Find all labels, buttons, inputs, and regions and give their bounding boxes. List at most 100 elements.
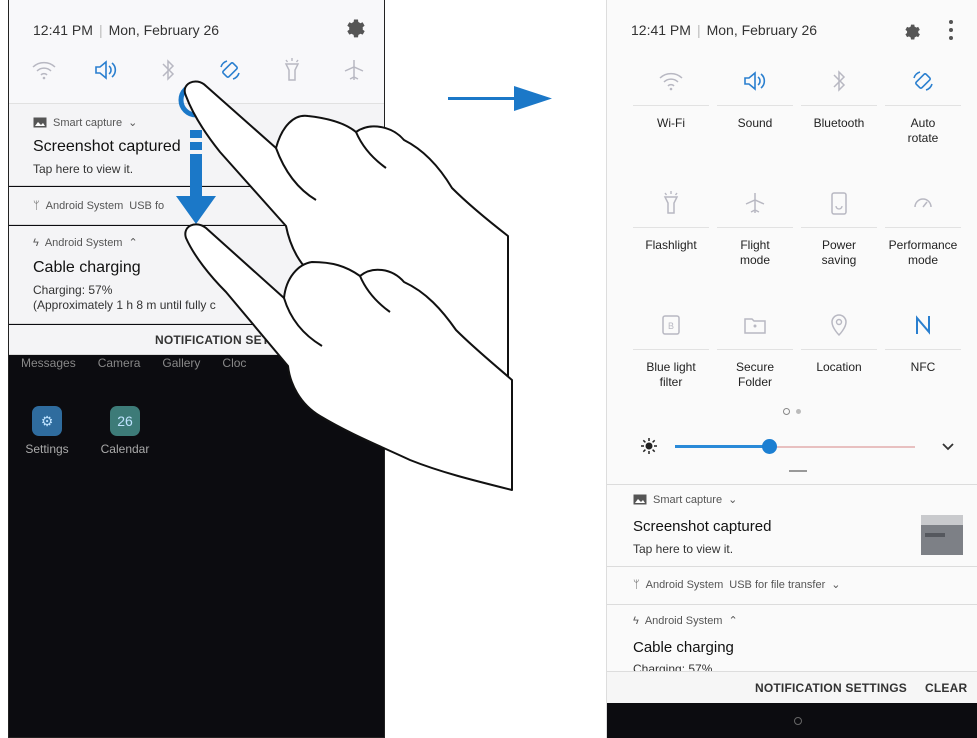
app-settings[interactable]: ⚙ Settings [17, 406, 77, 456]
app-label[interactable]: Messages [21, 356, 76, 370]
notification-app-name: Android System [644, 614, 723, 627]
tile-nfc[interactable]: NFC [877, 298, 969, 418]
status-date: Mon, February 26 [108, 22, 220, 38]
tile-auto-rotate[interactable]: Auto rotate [877, 54, 969, 174]
location-icon [793, 308, 885, 342]
bluetooth-icon [793, 64, 885, 98]
tile-secure-folder[interactable]: Secure Folder [709, 298, 801, 418]
blue-light-icon: B [625, 308, 717, 342]
flashlight-icon [625, 186, 717, 220]
tile-label: Secure Folder [735, 360, 775, 389]
notification-settings-button[interactable]: NOTIFICATION SETTIN [155, 333, 289, 347]
brightness-slider-thumb[interactable] [761, 439, 777, 454]
tile-label: Flight mode [739, 238, 771, 267]
notification-detail: USB fo [129, 200, 165, 212]
chevron-down-icon[interactable]: ⌄ [728, 493, 737, 506]
notification-charging[interactable]: ϟ Android System ⌃ Cable charging Chargi… [9, 226, 384, 324]
airplane-icon[interactable] [337, 55, 371, 85]
tile-label: Auto rotate [907, 116, 939, 145]
notification-app-name: Android System [44, 236, 123, 249]
tile-label: Flashlight [645, 238, 697, 252]
usb-icon: ᛘ [633, 578, 640, 591]
app-label[interactable]: Cloc [222, 356, 246, 370]
image-icon [33, 117, 47, 128]
brightness-bar [607, 432, 977, 462]
quick-panel-compact: 12:41 PM | Mon, February 26 [9, 0, 384, 104]
chevron-down-icon[interactable]: ⌄ [128, 116, 137, 129]
notification-text: Charging: 57% [33, 283, 113, 297]
tile-label: Blue light filter [646, 360, 696, 389]
status-bar: 12:41 PM | Mon, February 26 [631, 22, 818, 38]
power-saving-icon [793, 186, 885, 220]
notification-text: Tap here to view it. [633, 542, 734, 556]
wifi-icon[interactable] [27, 55, 61, 85]
tile-location[interactable]: Location [793, 298, 885, 418]
clear-button[interactable]: CLEAR [925, 681, 967, 695]
page-dot-active[interactable] [783, 408, 790, 415]
notification-title: Cable charging [33, 259, 141, 276]
nfc-icon [877, 308, 969, 342]
app-label[interactable]: Gallery [162, 356, 200, 370]
page-dot[interactable] [796, 409, 801, 414]
home-button[interactable] [794, 717, 802, 725]
sound-icon[interactable] [89, 55, 123, 85]
bolt-icon: ϟ [633, 614, 639, 627]
gear-icon[interactable] [342, 14, 366, 38]
notification-app-name: Android System [45, 200, 124, 212]
status-bar: 12:41 PM | Mon, February 26 [33, 22, 220, 38]
notification-footer: NOTIFICATION SETTINGS CLEAR [607, 671, 977, 703]
tile-label: Performance mode [888, 238, 958, 267]
notification-detail: USB for file transfer [729, 578, 826, 591]
chevron-down-icon[interactable] [941, 440, 955, 454]
notification-text: Tap here to view it. [33, 162, 134, 176]
tile-blue-light-filter[interactable]: B Blue light filter [625, 298, 717, 418]
brightness-fill [675, 445, 769, 448]
home-app-labels: Messages Camera Gallery Cloc [21, 356, 381, 370]
status-time: 12:41 PM [631, 22, 691, 38]
navigation-bar [607, 703, 977, 738]
tile-wifi[interactable]: Wi-Fi [625, 54, 717, 174]
auto-rotate-icon[interactable] [213, 55, 247, 85]
app-label: Settings [25, 442, 69, 456]
chevron-down-icon[interactable]: ⌄ [831, 578, 840, 591]
status-time: 12:41 PM [33, 22, 93, 38]
tile-bluetooth[interactable]: Bluetooth [793, 54, 885, 174]
airplane-icon [709, 186, 801, 220]
app-calendar[interactable]: 26 Calendar [95, 406, 155, 456]
auto-rotate-icon [877, 64, 969, 98]
screenshot-thumbnail[interactable] [921, 515, 963, 555]
notification-app-name: Smart capture [653, 493, 723, 506]
notification-title: Cable charging [633, 639, 734, 656]
drag-handle[interactable] [789, 470, 807, 472]
tile-sound[interactable]: Sound [709, 54, 801, 174]
bluetooth-icon[interactable] [151, 55, 185, 85]
tile-flashlight[interactable]: Flashlight [625, 176, 717, 296]
gear-icon[interactable] [901, 20, 921, 40]
chevron-up-icon[interactable]: ⌃ [128, 236, 137, 249]
image-icon [633, 494, 647, 505]
brightness-icon [641, 438, 657, 454]
performance-icon [877, 186, 969, 220]
notification-title: Screenshot captured [33, 138, 181, 155]
tile-label: NFC [910, 360, 936, 374]
tile-label: Sound [737, 116, 773, 130]
notification-footer: NOTIFICATION SETTIN [9, 325, 384, 355]
tile-flight-mode[interactable]: Flight mode [709, 176, 801, 296]
sound-icon [709, 64, 801, 98]
tile-performance-mode[interactable]: Performance mode [877, 176, 969, 296]
more-options-icon[interactable] [947, 18, 955, 42]
app-label[interactable]: Camera [98, 356, 141, 370]
notification-usb[interactable]: ᛘ Android System USB fo [9, 187, 384, 225]
flashlight-icon[interactable] [275, 55, 309, 85]
calendar-app-icon: 26 [110, 406, 140, 436]
tile-label: Power saving [821, 238, 857, 267]
tile-power-saving[interactable]: Power saving [793, 176, 885, 296]
tile-label: Wi-Fi [657, 116, 685, 130]
secure-folder-icon [709, 308, 801, 342]
chevron-up-icon[interactable]: ⌃ [728, 614, 737, 627]
notification-app-name: Android System [645, 578, 724, 591]
app-label: Calendar [100, 442, 150, 456]
notification-smart-capture[interactable]: Smart capture ⌄ Screenshot captured Tap … [9, 104, 384, 186]
notification-settings-button[interactable]: NOTIFICATION SETTINGS [755, 681, 907, 695]
settings-app-icon: ⚙ [32, 406, 62, 436]
